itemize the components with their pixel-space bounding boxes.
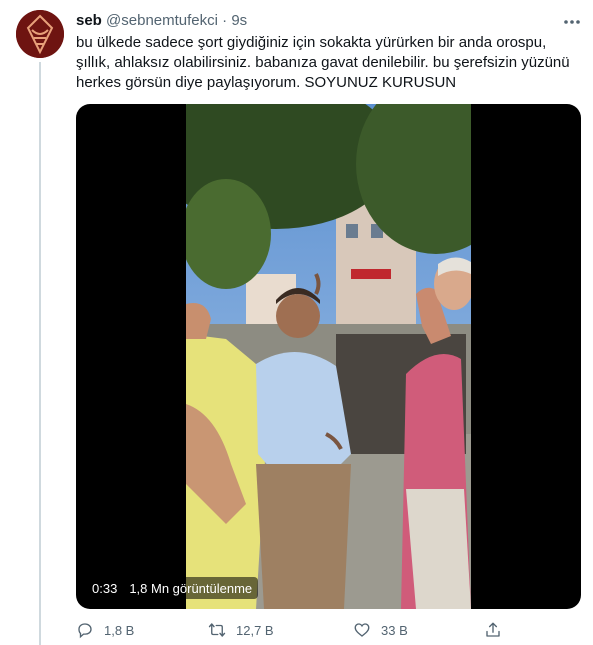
reply-button[interactable]: 1,8 B bbox=[76, 621, 134, 639]
tweet-text: bu ülkede sadece şort giydiğiniz için so… bbox=[76, 34, 570, 91]
retweet-count: 12,7 B bbox=[236, 622, 274, 638]
reply-icon bbox=[78, 623, 92, 639]
reply-count: 1,8 B bbox=[104, 622, 135, 638]
like-count: 33 B bbox=[381, 622, 408, 638]
retweet-button[interactable]: 12,7 B bbox=[208, 621, 274, 639]
more-icon bbox=[564, 20, 580, 24]
action-bar: 1,8 B 12,7 B 33 B bbox=[76, 621, 506, 643]
tweet-header: seb @sebnemtufekci · 9s bbox=[76, 11, 247, 31]
like-button[interactable]: 33 B bbox=[353, 621, 408, 639]
video-duration: 0:33 bbox=[92, 580, 118, 596]
video-views: 1,8 Mn görüntülenme bbox=[129, 580, 253, 596]
avatar-image bbox=[16, 10, 64, 58]
tweet-timestamp[interactable]: 9s bbox=[231, 12, 247, 29]
share-button[interactable] bbox=[484, 621, 502, 639]
author-name[interactable]: seb bbox=[76, 12, 102, 29]
separator-dot: · bbox=[222, 12, 228, 29]
video-frame bbox=[186, 104, 471, 609]
retweet-icon bbox=[208, 623, 226, 637]
video-info-overlay: 0:33 1,8 Mn görüntülenme bbox=[86, 577, 259, 599]
avatar[interactable] bbox=[16, 10, 64, 58]
share-icon bbox=[486, 622, 500, 637]
author-handle[interactable]: @sebnemtufekci bbox=[106, 12, 218, 29]
more-button[interactable] bbox=[561, 12, 583, 32]
thread-line bbox=[39, 62, 41, 645]
heart-icon bbox=[354, 623, 370, 637]
video-player[interactable]: 0:33 1,8 Mn görüntülenme bbox=[76, 104, 581, 609]
